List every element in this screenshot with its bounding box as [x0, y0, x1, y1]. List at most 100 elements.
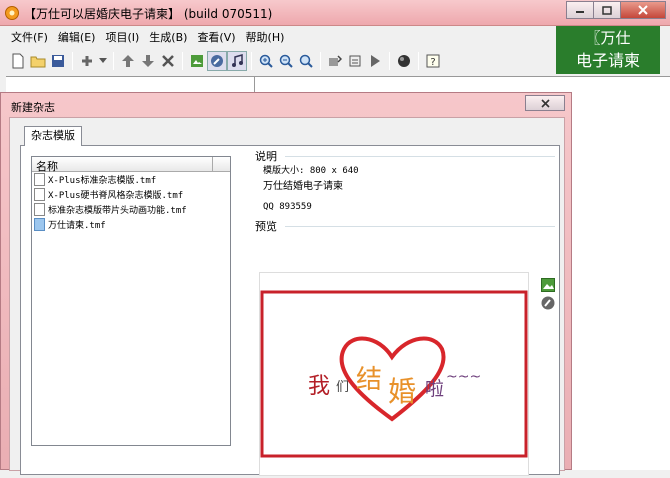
- chevron-down-icon: [99, 58, 107, 63]
- toolbar-separator: [182, 52, 183, 70]
- maximize-icon: [602, 5, 612, 15]
- zoom-in-icon: [259, 54, 273, 68]
- settings-button[interactable]: [325, 51, 345, 71]
- list-item[interactable]: 标准杂志模版带片头动画功能.tmf: [32, 202, 230, 217]
- publish-icon: [349, 55, 361, 67]
- close-icon: [638, 5, 648, 15]
- brand-line-1: 〖万仕: [585, 29, 631, 47]
- move-down-button[interactable]: [138, 51, 158, 71]
- preview-area: 我 们 结 婚 啦 ~~~: [259, 272, 529, 476]
- file-name: 标准杂志模版带片头动画功能.tmf: [48, 206, 187, 216]
- file-icon: [34, 218, 45, 231]
- list-header: 名称: [32, 157, 230, 174]
- music-note-icon: [232, 54, 243, 67]
- menu-help[interactable]: 帮助(H): [241, 28, 290, 48]
- edit-button[interactable]: [207, 51, 227, 71]
- web-button[interactable]: [394, 51, 414, 71]
- menu-view[interactable]: 查看(V): [192, 28, 240, 48]
- menu-file[interactable]: 文件(F): [6, 28, 53, 48]
- menu-project[interactable]: 项目(I): [100, 28, 144, 48]
- file-name: X-Plus硬书脊风格杂志模版.tmf: [48, 191, 184, 201]
- zoom-in-button[interactable]: [256, 51, 276, 71]
- delete-button[interactable]: [158, 51, 178, 71]
- magnifier-icon: [299, 54, 313, 68]
- open-folder-icon: [30, 56, 46, 68]
- zoom-out-icon: [279, 54, 293, 68]
- svg-text:?: ?: [430, 57, 435, 68]
- add-button[interactable]: [77, 51, 97, 71]
- menu-edit[interactable]: 编辑(E): [53, 28, 101, 48]
- column-divider[interactable]: [212, 157, 213, 172]
- preview-text-la: 啦: [425, 378, 444, 400]
- contact-qq: QQ 893559: [263, 202, 312, 212]
- preview-group-line: [285, 226, 555, 227]
- preview-text-men: 们: [336, 380, 349, 395]
- list-item[interactable]: X-Plus硬书脊风格杂志模版.tmf: [32, 187, 230, 202]
- toolbar-separator: [389, 52, 390, 70]
- menu-bar: 文件(F) 编辑(E) 项目(I) 生成(B) 查看(V) 帮助(H): [6, 28, 289, 48]
- new-magazine-dialog: 新建杂志 杂志模版 名称 X-Plus标准杂志模版.tmf X-Plus硬书脊风…: [0, 92, 572, 476]
- open-button[interactable]: [28, 51, 48, 71]
- settings-icon: [329, 55, 342, 66]
- music-button[interactable]: [227, 51, 247, 71]
- arrow-up-icon: [122, 55, 134, 67]
- image-button[interactable]: [187, 51, 207, 71]
- add-dropdown-button[interactable]: [97, 51, 109, 71]
- template-description: 万仕结婚电子请柬: [263, 181, 343, 192]
- menu-build[interactable]: 生成(B): [144, 28, 192, 48]
- brand-line-2: 电子请柬: [575, 51, 640, 70]
- close-icon: [540, 98, 550, 108]
- brand-logo: 〖万仕 电子请柬: [556, 26, 660, 74]
- save-icon: [52, 55, 64, 67]
- dialog-title: 新建杂志: [11, 101, 55, 114]
- window-title: 【万仕可以居婚庆电子请柬】 (build 070511): [24, 7, 273, 21]
- toolbar-separator: [113, 52, 114, 70]
- help-icon: ?: [426, 54, 440, 68]
- delete-icon: [162, 55, 174, 67]
- file-name: X-Plus标准杂志模版.tmf: [48, 176, 157, 186]
- template-size: 模版大小: 800 x 640: [263, 166, 359, 176]
- image-icon[interactable]: [541, 278, 555, 292]
- preview-text-wo: 我: [308, 374, 330, 399]
- zoom-fit-button[interactable]: [296, 51, 316, 71]
- plus-icon: [82, 56, 92, 66]
- description-group-line: [285, 156, 555, 157]
- help-button[interactable]: ?: [423, 51, 443, 71]
- file-icon: [34, 173, 45, 186]
- toolbar-separator: [72, 52, 73, 70]
- pencil-circle-icon: [211, 55, 223, 67]
- list-item[interactable]: X-Plus标准杂志模版.tmf: [32, 172, 230, 187]
- play-button[interactable]: [365, 51, 385, 71]
- tab-magazine-template[interactable]: 杂志模版: [24, 126, 82, 146]
- preview-text-tilde: ~~~: [446, 369, 481, 385]
- preview-text-hun: 婚: [388, 375, 416, 408]
- dialog-body: 杂志模版 名称 X-Plus标准杂志模版.tmf X-Plus硬书脊风格杂志模版…: [9, 117, 565, 476]
- preview-text-jie: 结: [356, 365, 382, 395]
- minimize-icon: [576, 11, 584, 13]
- tab-panel: 名称 X-Plus标准杂志模版.tmf X-Plus硬书脊风格杂志模版.tmf …: [20, 145, 560, 476]
- zoom-out-button[interactable]: [276, 51, 296, 71]
- publish-button[interactable]: [345, 51, 365, 71]
- file-icon: [34, 203, 45, 216]
- list-item-selected[interactable]: 万仕请柬.tmf: [32, 217, 230, 232]
- file-icon: [34, 188, 45, 201]
- move-up-button[interactable]: [118, 51, 138, 71]
- invitation-frame: [260, 290, 528, 458]
- column-name-header[interactable]: 名称: [36, 158, 58, 174]
- preview-image: 我 们 结 婚 啦 ~~~: [260, 290, 528, 458]
- toolbar-separator: [418, 52, 419, 70]
- play-icon: [371, 55, 380, 67]
- template-list[interactable]: 名称 X-Plus标准杂志模版.tmf X-Plus硬书脊风格杂志模版.tmf …: [31, 156, 231, 446]
- new-button[interactable]: [8, 51, 28, 71]
- maximize-button[interactable]: [593, 1, 621, 19]
- new-file-icon: [12, 53, 24, 69]
- preview-label: 预览: [255, 218, 281, 234]
- main-title-bar: 【万仕可以居婚庆电子请柬】 (build 070511): [0, 0, 670, 26]
- pencil-circle-icon[interactable]: [541, 296, 555, 310]
- save-button[interactable]: [48, 51, 68, 71]
- close-button[interactable]: [620, 1, 666, 19]
- minimize-button[interactable]: [566, 1, 594, 19]
- toolbar: ?: [8, 50, 443, 72]
- dialog-close-button[interactable]: [525, 95, 565, 111]
- toolbar-separator: [251, 52, 252, 70]
